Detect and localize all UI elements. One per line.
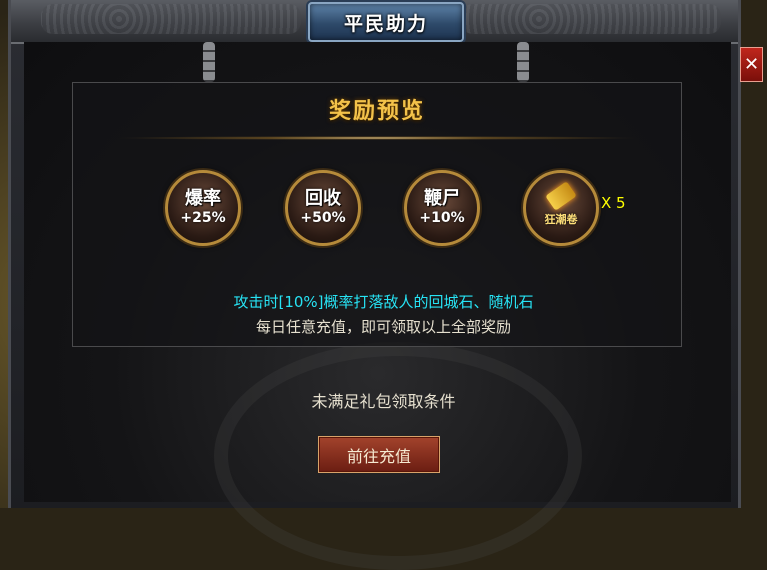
chain-left xyxy=(203,42,215,82)
reward-recycle[interactable]: 回收 +50% xyxy=(285,170,361,246)
dragon-ornament-right xyxy=(461,4,721,34)
title-divider xyxy=(113,136,641,140)
dragon-ornament-left xyxy=(41,4,301,34)
reward-name: 爆率 xyxy=(185,188,221,209)
chain-right xyxy=(517,42,529,82)
claim-status-text: 未满足礼包领取条件 xyxy=(311,392,456,411)
reward-value: +50% xyxy=(300,210,346,226)
scroll-icon xyxy=(545,181,577,211)
reward-whip-corpse[interactable]: 鞭尸 +10% xyxy=(404,170,480,246)
close-icon: ✕ xyxy=(743,54,760,75)
reward-value: +10% xyxy=(419,210,465,226)
go-recharge-button[interactable]: 前往充值 xyxy=(318,436,440,473)
panel-title: 奖励预览 xyxy=(328,99,425,124)
reward-quantity: X 5 xyxy=(601,194,626,212)
dialog-title: 平民助力 xyxy=(343,12,428,35)
close-button[interactable]: ✕ xyxy=(740,47,763,82)
reward-description-line1: 攻击时[10%]概率打落敌人的回城石、随机石 xyxy=(233,293,534,311)
reward-name: 回收 xyxy=(305,188,341,209)
recharge-button-label: 前往充值 xyxy=(346,446,411,466)
reward-description-line2: 每日任意充值，即可领取以上全部奖励 xyxy=(255,318,511,336)
reward-frenzy-scroll[interactable]: 狂潮卷 xyxy=(523,170,599,246)
reward-value: +25% xyxy=(180,210,226,226)
reward-name: 鞭尸 xyxy=(424,188,460,209)
reward-name: 狂潮卷 xyxy=(544,213,578,226)
dialog-title-plate: 平民助力 xyxy=(308,2,464,42)
reward-drop-rate[interactable]: 爆率 +25% xyxy=(165,170,241,246)
